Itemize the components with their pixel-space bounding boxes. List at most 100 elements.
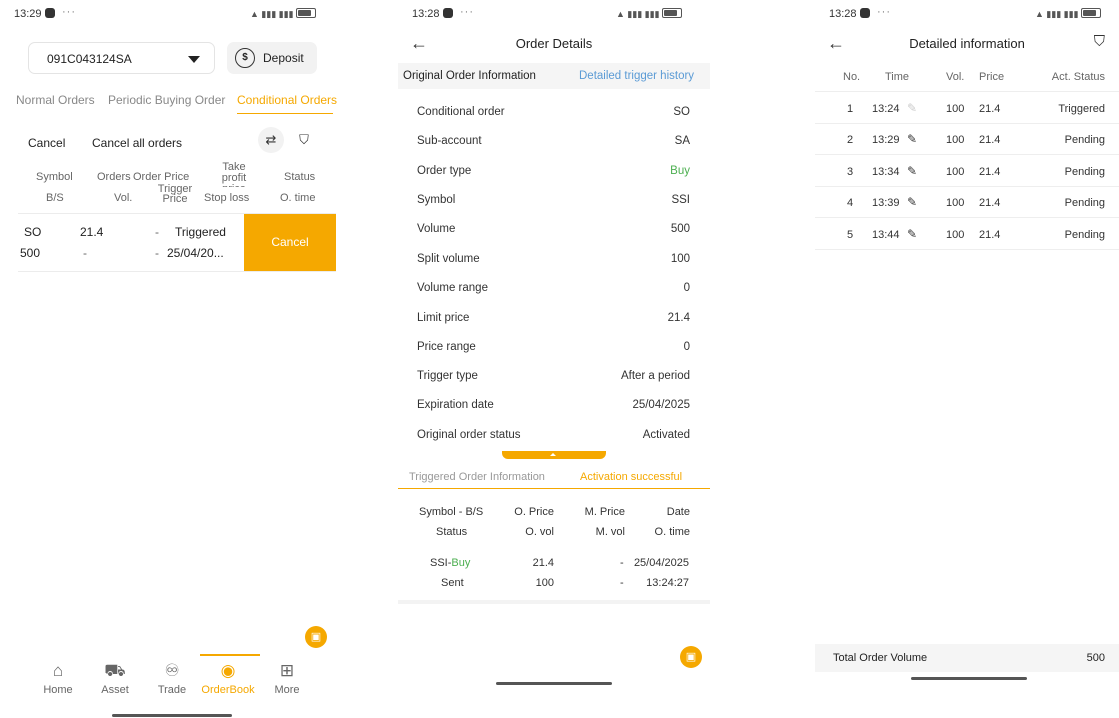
floating-action-icon[interactable]: ▣ — [680, 646, 702, 668]
row-separator — [18, 271, 336, 272]
row-no: 1 — [847, 103, 854, 115]
field-value: 21.4 — [667, 312, 690, 324]
row-stop-loss: - — [155, 246, 159, 260]
triggered-order-info-label[interactable]: Triggered Order Information — [409, 471, 545, 483]
row-time: 13:39 — [872, 197, 900, 209]
page-title: Order Details — [515, 36, 593, 51]
row-price: 21.4 — [979, 134, 1001, 146]
tab-periodic-buying[interactable]: Periodic Buying Order — [108, 93, 225, 107]
status-dots: ··· — [62, 6, 76, 18]
field-expiration-date: Expiration date 25/04/2025 — [417, 399, 690, 417]
deposit-button[interactable]: $ Deposit — [227, 42, 317, 74]
status-time: 13:28 — [412, 8, 453, 20]
row-vol: 100 — [946, 166, 965, 178]
th-vol: Vol. — [946, 71, 965, 83]
th-mvol: M. vol — [595, 526, 625, 538]
field-order-type: Order type Buy — [417, 165, 690, 183]
more-icon: ⊞ — [279, 661, 295, 680]
field-value: SO — [673, 106, 690, 118]
nav-more-label: More — [274, 684, 300, 696]
nav-orderbook-label: OrderBook — [201, 684, 255, 696]
row-price: 21.4 — [979, 197, 1001, 209]
th-price: Price — [979, 71, 1005, 83]
home-indicator — [911, 677, 1027, 680]
row-status: Pending — [1064, 166, 1105, 178]
account-value: 091C043124SA — [47, 52, 132, 66]
filter-icon[interactable]: ⛉ — [291, 127, 317, 153]
th-symbol-bs: Symbol - B/S — [419, 506, 484, 518]
nav-orderbook[interactable]: ◉ OrderBook — [198, 660, 258, 696]
refresh-icon[interactable]: ⇄ — [258, 127, 284, 153]
section-bottom-band — [398, 600, 710, 604]
tab-normal-orders[interactable]: Normal Orders — [16, 93, 95, 107]
field-split-volume: Split volume 100 — [417, 253, 690, 271]
pencil-icon[interactable]: ✎ — [907, 195, 917, 209]
th-date: Date — [666, 506, 690, 518]
row-status: Triggered — [1058, 103, 1105, 115]
order-tabs: Normal Orders Periodic Buying Order Cond… — [16, 93, 337, 111]
row-separator — [815, 186, 1119, 187]
row-volume: 500 — [20, 246, 41, 260]
th-time: Time — [885, 71, 910, 83]
total-value: 500 — [1086, 652, 1105, 664]
row-status: Triggered — [175, 225, 226, 239]
status-time: 13:29 — [14, 8, 55, 20]
nav-home[interactable]: ⌂ Home — [34, 660, 82, 696]
field-value: SSI — [671, 194, 690, 206]
pencil-icon[interactable]: ✎ — [907, 164, 917, 178]
orderbook-icon: ◉ — [220, 661, 236, 680]
active-nav-indicator — [200, 654, 260, 656]
row-time: 13:44 — [872, 229, 900, 241]
tab-detailed-trigger-history[interactable]: Detailed trigger history — [579, 70, 694, 82]
row-cancel-button[interactable]: Cancel — [244, 214, 336, 271]
th-oprice: O. Price — [514, 506, 554, 518]
row-take-profit: - — [155, 225, 159, 239]
home-indicator — [112, 714, 232, 717]
field-volume: Volume 500 — [417, 223, 690, 241]
field-value: 25/04/2025 — [632, 399, 690, 411]
nav-asset[interactable]: ⛟ Asset — [91, 660, 139, 696]
nav-trade[interactable]: ♾ Trade — [148, 660, 196, 696]
dollar-icon: $ — [235, 48, 255, 68]
cancel-all-orders-link[interactable]: Cancel all orders — [92, 136, 182, 150]
field-label: Original order status — [417, 429, 521, 441]
filter-icon[interactable]: ⛉ — [1094, 33, 1105, 50]
total-label: Total Order Volume — [833, 652, 928, 664]
trade-icon: ♾ — [164, 661, 180, 680]
nav-more[interactable]: ⊞ More — [263, 660, 311, 696]
status-dots: ··· — [460, 6, 474, 18]
app-badge-icon — [859, 8, 870, 18]
details-tabs: Original Order Information Detailed trig… — [398, 63, 710, 89]
th-no: No. — [843, 71, 861, 83]
collapse-handle[interactable] — [502, 451, 606, 459]
tab-original-order-info[interactable]: Original Order Information — [403, 70, 536, 82]
tr-status: Sent — [441, 577, 464, 589]
pencil-icon[interactable]: ✎ — [907, 132, 917, 146]
nav-home-label: Home — [43, 684, 73, 696]
deposit-label: Deposit — [263, 51, 304, 65]
row-order-price: 21.4 — [80, 225, 104, 239]
row-no: 3 — [847, 166, 854, 178]
field-label: Expiration date — [417, 399, 494, 411]
pencil-icon[interactable]: ✎ — [907, 227, 917, 241]
field-original-order-status: Original order status Activated — [417, 429, 690, 447]
row-time: 13:24 — [872, 103, 900, 115]
signal-icons: ▲ ▮▮▮ ▮▮▮ — [1035, 8, 1101, 20]
th-otime: O. time — [654, 526, 690, 538]
nav-asset-label: Asset — [101, 684, 129, 696]
row-symbol: SO — [24, 225, 42, 239]
row-vol: 100 — [946, 197, 965, 209]
field-label: Limit price — [417, 312, 470, 324]
home-indicator — [496, 682, 612, 685]
account-select[interactable]: 091C043124SA — [28, 42, 215, 74]
field-value: Buy — [670, 165, 690, 177]
floating-action-icon[interactable]: ▣ — [305, 626, 327, 648]
tr-oprice: 21.4 — [532, 557, 554, 569]
field-label: Order type — [417, 165, 472, 177]
th-mprice: M. Price — [584, 506, 625, 518]
field-limit-price: Limit price 21.4 — [417, 312, 690, 330]
header-order-price: Order Price — [133, 171, 190, 183]
tab-conditional-orders[interactable]: Conditional Orders — [237, 93, 337, 107]
order-details-screen: 13:28 ··· ▲ ▮▮▮ ▮▮▮ ← Order Details Orig… — [398, 0, 710, 718]
cancel-link[interactable]: Cancel — [28, 136, 65, 150]
